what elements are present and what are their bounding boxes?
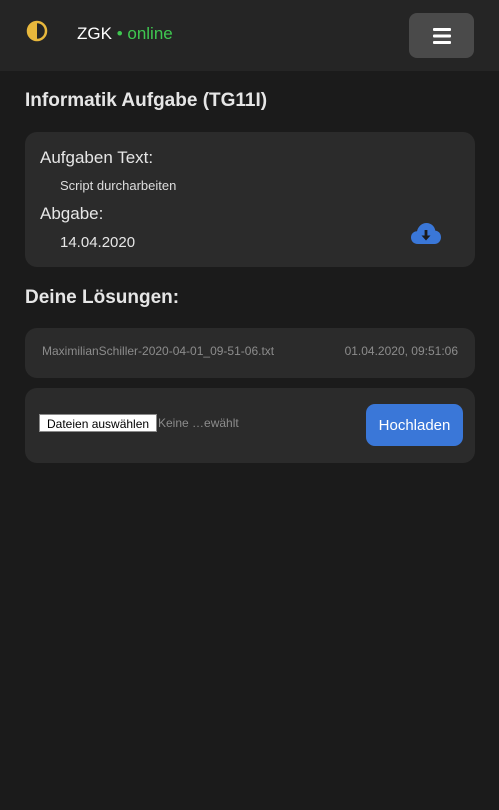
- solutions-title: Deine Lösungen:: [25, 287, 180, 308]
- due-date-label: Abgabe:: [40, 204, 104, 223]
- solution-file-row[interactable]: MaximilianSchiller-2020-04-01_09-51-06.t…: [25, 328, 475, 378]
- task-text-value: Script durcharbeiten: [60, 178, 177, 193]
- task-text-label: Aufgaben Text:: [40, 148, 154, 167]
- menu-button[interactable]: [409, 13, 474, 58]
- cloud-download-icon[interactable]: [410, 221, 442, 247]
- no-file-selected-text: Keine …ewählt: [158, 416, 239, 430]
- brand-name: ZGK: [77, 24, 112, 43]
- half-moon-logo-icon[interactable]: [26, 20, 48, 42]
- hamburger-menu-icon: [432, 27, 451, 44]
- task-card: Aufgaben Text: Script durcharbeiten Abga…: [25, 132, 475, 267]
- due-date-value: 14.04.2020: [60, 234, 136, 251]
- choose-files-button[interactable]: Dateien auswählen: [39, 414, 158, 432]
- brand[interactable]: ZGK • online: [77, 24, 173, 44]
- online-status: • online: [116, 24, 173, 43]
- solution-file-date: 01.04.2020, 09:51:06: [344, 344, 458, 358]
- page-title: Informatik Aufgabe (TG11I): [25, 90, 268, 111]
- solution-file-name[interactable]: MaximilianSchiller-2020-04-01_09-51-06.t…: [42, 344, 274, 358]
- upload-button[interactable]: Hochladen: [366, 404, 463, 446]
- top-navbar: ZGK • online: [0, 0, 499, 71]
- upload-card: Dateien auswählen Keine …ewählt Hochlade…: [25, 388, 475, 463]
